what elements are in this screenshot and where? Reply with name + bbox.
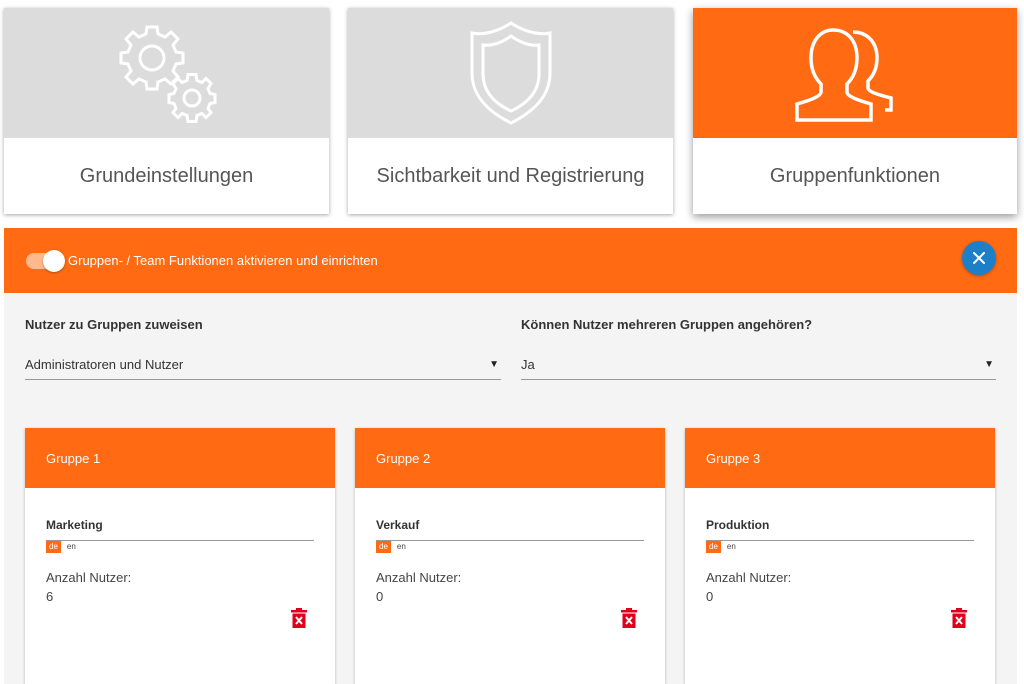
toggle-label: Gruppen- / Team Funktionen aktivieren un… <box>68 253 378 268</box>
multi-groups-select[interactable]: Ja ▼ <box>521 350 996 380</box>
delete-group-icon[interactable] <box>951 608 967 628</box>
user-count-label: Anzahl Nutzer: <box>706 570 792 585</box>
lang-de-button[interactable]: de <box>376 541 391 553</box>
toggle-knob <box>43 249 65 272</box>
dropdown-caret-icon: ▼ <box>489 359 499 370</box>
group-name-field[interactable]: Produktion <box>706 518 974 541</box>
lang-en-button[interactable]: en <box>724 541 739 553</box>
group-name-field[interactable]: Marketing <box>46 518 314 541</box>
group-name-field[interactable]: Verkauf <box>376 518 644 541</box>
user-count-value: 0 <box>706 589 714 604</box>
group-card: Gruppe 1 Marketing de en Anzahl Nutzer: … <box>25 428 335 684</box>
close-icon <box>973 252 985 264</box>
tile-sichtbarkeit[interactable]: Sichtbarkeit und Registrierung <box>348 8 673 214</box>
tile-icon-area <box>348 8 673 138</box>
gears-icon <box>119 25 216 123</box>
delete-group-icon[interactable] <box>291 608 307 628</box>
users-icon <box>795 28 893 122</box>
group-card: Gruppe 2 Verkauf de en Anzahl Nutzer: 0 <box>355 428 665 684</box>
tile-icon-area <box>693 8 1017 138</box>
assign-users-select[interactable]: Administratoren und Nutzer ▼ <box>25 350 501 380</box>
language-switch: de en <box>376 541 409 553</box>
tile-grundeinstellungen[interactable]: Grundeinstellungen <box>4 8 329 214</box>
multi-groups-label: Können Nutzer mehreren Gruppen angehören… <box>521 317 813 332</box>
lang-en-button[interactable]: en <box>64 541 79 553</box>
tile-gruppenfunktionen[interactable]: Gruppenfunktionen <box>693 8 1017 214</box>
assign-users-label: Nutzer zu Gruppen zuweisen <box>25 317 203 332</box>
panel-header: Gruppen- / Team Funktionen aktivieren un… <box>4 228 1017 293</box>
lang-de-button[interactable]: de <box>706 541 721 553</box>
group-settings-panel: Gruppen- / Team Funktionen aktivieren un… <box>4 228 1017 684</box>
delete-group-icon[interactable] <box>621 608 637 628</box>
lang-de-button[interactable]: de <box>46 541 61 553</box>
group-card: Gruppe 3 Produktion de en Anzahl Nutzer:… <box>685 428 995 684</box>
tile-icon-area <box>4 8 329 138</box>
tile-label: Grundeinstellungen <box>79 164 254 187</box>
language-switch: de en <box>706 541 739 553</box>
group-card-title: Gruppe 3 <box>685 428 995 488</box>
groups-toggle[interactable] <box>26 249 65 272</box>
assign-users-value: Administratoren und Nutzer <box>25 357 184 372</box>
multi-groups-value: Ja <box>521 357 535 372</box>
lang-en-button[interactable]: en <box>394 541 409 553</box>
user-count-value: 0 <box>376 589 384 604</box>
user-count-value: 6 <box>46 589 54 604</box>
user-count-label: Anzahl Nutzer: <box>376 570 462 585</box>
language-switch: de en <box>46 541 79 553</box>
group-card-title: Gruppe 2 <box>355 428 665 488</box>
dropdown-caret-icon: ▼ <box>984 359 994 370</box>
shield-icon <box>470 21 551 125</box>
tile-label: Sichtbarkeit und Registrierung <box>376 164 645 187</box>
tile-label: Gruppenfunktionen <box>769 164 941 187</box>
group-card-title: Gruppe 1 <box>25 428 335 488</box>
user-count-label: Anzahl Nutzer: <box>46 570 132 585</box>
close-button[interactable] <box>962 241 996 275</box>
